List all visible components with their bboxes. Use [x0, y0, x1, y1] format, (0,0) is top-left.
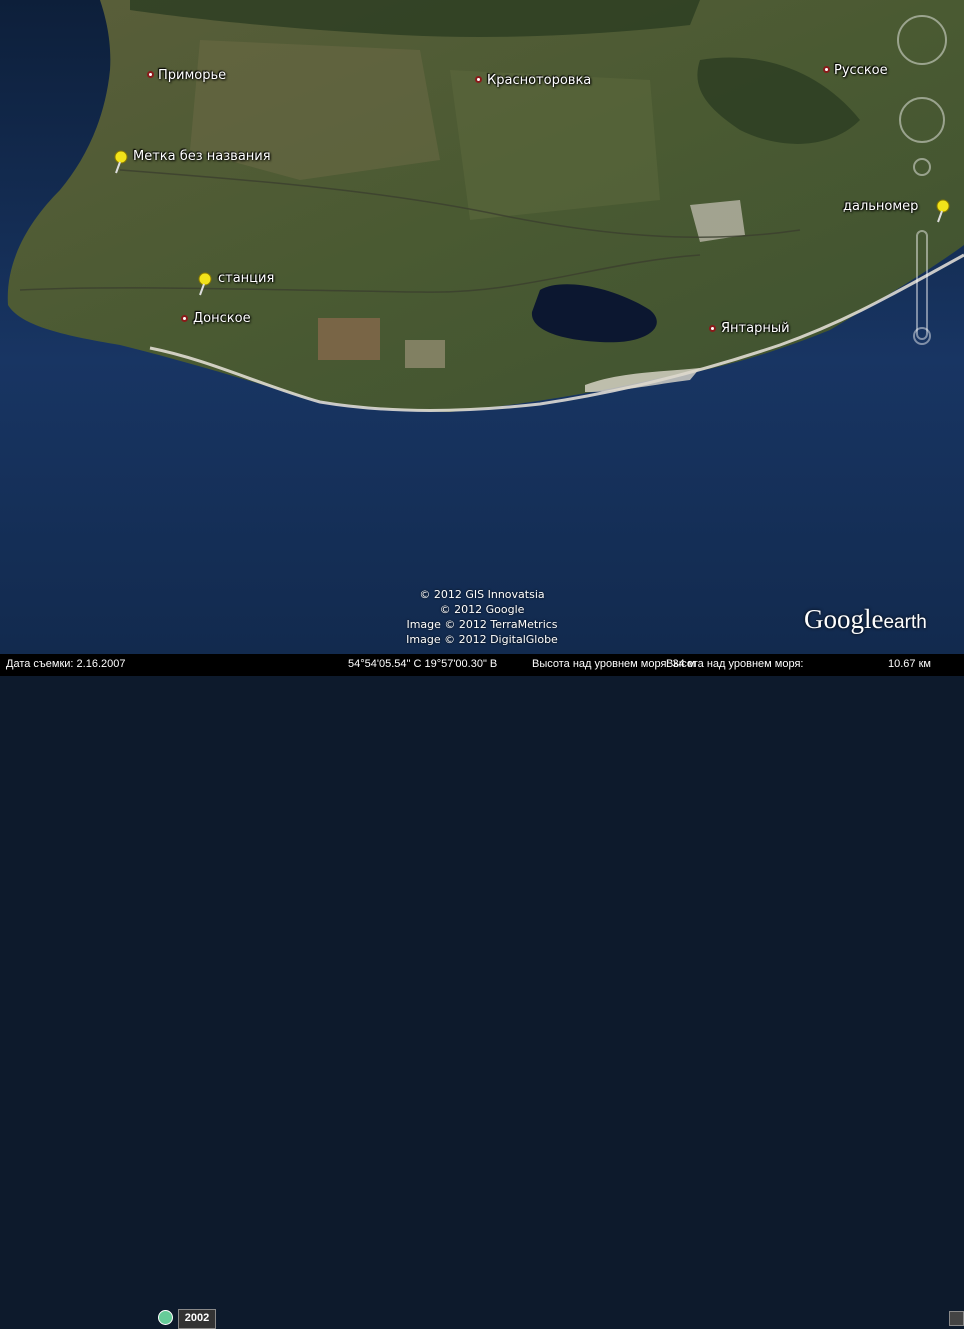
- pushpin-icon[interactable]: [934, 199, 952, 223]
- credit-line: © 2012 GIS Innovatsia: [419, 588, 545, 601]
- move-joystick[interactable]: [899, 97, 945, 143]
- zoom-in-icon[interactable]: [913, 158, 931, 176]
- google-earth-logo: Googleearth: [804, 604, 927, 635]
- logo-brand: Google: [804, 604, 884, 634]
- status-bar: Дата съемки: 2.16.2007 2002 54°54'05.54"…: [0, 654, 964, 1329]
- place-dot-icon[interactable]: [709, 325, 716, 332]
- place-dot-icon[interactable]: [181, 315, 188, 322]
- placemark-name[interactable]: дальномер: [843, 199, 918, 214]
- field-plot: [405, 340, 445, 368]
- place-name[interactable]: Приморье: [158, 68, 226, 83]
- place-name[interactable]: Красноторовка: [487, 73, 591, 88]
- placemark-name[interactable]: Метка без названия: [133, 149, 271, 164]
- capture-date: Дата съемки: 2.16.2007: [6, 658, 126, 670]
- satellite-map[interactable]: [0, 0, 964, 654]
- logo-product: earth: [883, 612, 927, 633]
- eye-altitude-label: Высота над уровнем моря:: [666, 658, 804, 670]
- place-dot-icon[interactable]: [823, 66, 830, 73]
- eye-altitude-value: 10.67 км: [888, 658, 931, 670]
- history-clock-icon[interactable]: [158, 1310, 173, 1325]
- placemark-name[interactable]: станция: [218, 271, 274, 286]
- pushpin-icon[interactable]: [112, 150, 130, 174]
- place-name[interactable]: Русское: [834, 63, 888, 78]
- pushpin-icon[interactable]: [196, 272, 214, 296]
- place-dot-icon[interactable]: [475, 76, 482, 83]
- place-name[interactable]: Янтарный: [721, 321, 790, 336]
- status-options-button[interactable]: [949, 1311, 964, 1326]
- place-dot-icon[interactable]: [147, 71, 154, 78]
- zoom-slider[interactable]: [916, 230, 928, 340]
- historical-year-button[interactable]: 2002: [178, 1309, 216, 1329]
- field-plot: [318, 318, 380, 360]
- fields: [450, 70, 660, 220]
- place-name[interactable]: Донское: [193, 311, 251, 326]
- zoom-out-icon[interactable]: [913, 327, 931, 345]
- pointer-coordinates: 54°54'05.54" С 19°57'00.30" В: [348, 658, 498, 670]
- look-joystick[interactable]: [897, 15, 947, 65]
